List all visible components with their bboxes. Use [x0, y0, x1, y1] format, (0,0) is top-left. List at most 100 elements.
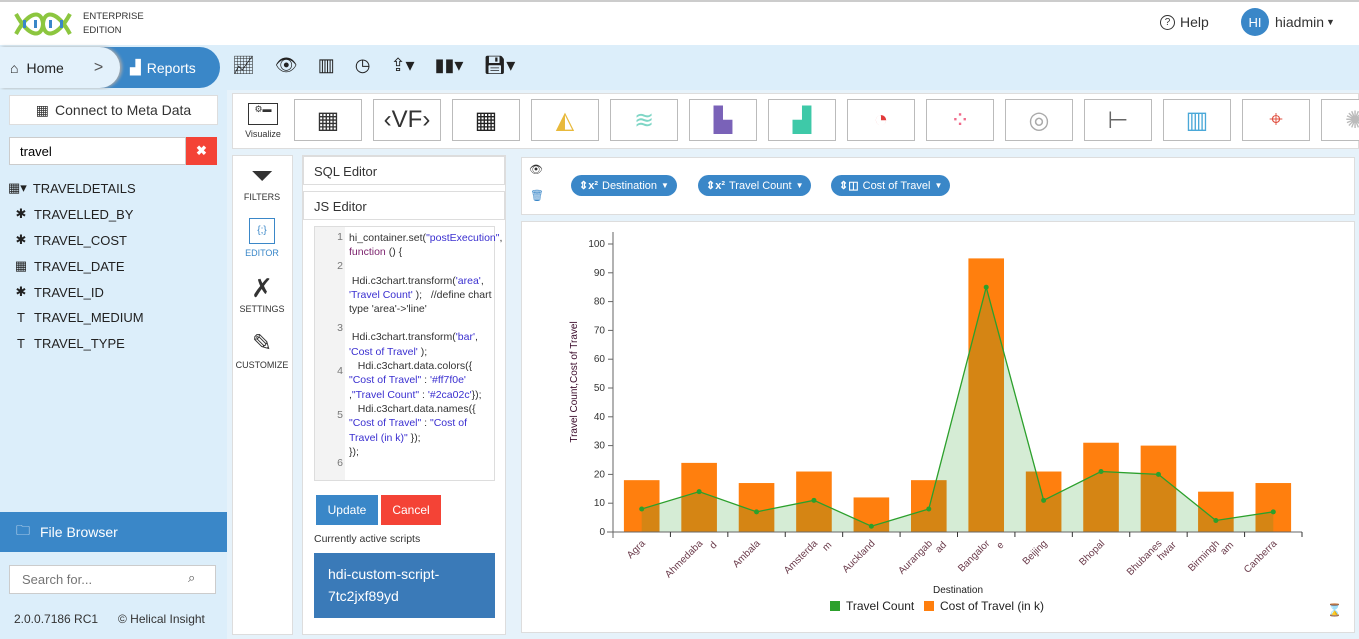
chip-label: Cost of Travel [862, 179, 931, 192]
caret-down-icon: ▼ [1326, 17, 1335, 27]
customize-tool[interactable]: ✎ CUSTOMIZE [233, 328, 291, 370]
dimension-icon: ⇕x² [579, 180, 598, 192]
chip-label: Destination [602, 179, 658, 192]
settings-label: SETTINGS [239, 304, 285, 314]
line-number: 1 [337, 231, 343, 243]
sql-editor-header[interactable]: SQL Editor [303, 156, 505, 185]
table-label: TRAVELDETAILS [32, 180, 136, 196]
funnel-icon: ⏷ [250, 160, 274, 191]
area-viz-button[interactable]: ◭ [531, 99, 599, 141]
clear-search-button[interactable]: ✖ [186, 137, 217, 165]
crosstab-viz-button[interactable]: ▦ [452, 99, 520, 141]
helical-logo [14, 12, 72, 36]
field-item[interactable]: ✱ TRAVELLED_BY [14, 206, 134, 222]
crosstab-viz-icon: ▦ [474, 106, 498, 134]
x-axis-title: Destination [933, 585, 983, 596]
save-icon[interactable]: 💾︎▾ [483, 55, 515, 76]
histogram-viz-button[interactable]: ▟ [768, 99, 836, 141]
chip-destination[interactable]: ⇕x² Destination ▼ [571, 175, 677, 196]
line-chart-icon[interactable]: 📈︎ [232, 55, 255, 76]
x-tick-label: Beijing [1021, 538, 1050, 567]
home-label: Home [26, 59, 64, 76]
connect-metadata-button[interactable]: ▦ Connect to Meta Data [9, 95, 218, 125]
table-node[interactable]: ▦▾ TRAVELDETAILS [8, 180, 136, 196]
file-search-input[interactable] [9, 565, 216, 594]
file-browser-button[interactable]: 🗀 File Browser [0, 512, 227, 552]
code-line: Hdi.c3chart.data.colors({ "Cost of Trave… [349, 360, 482, 401]
donut-viz-button[interactable]: ◔ [847, 99, 915, 141]
measure-icon: ✱ [15, 206, 27, 221]
visualize-label: Visualize [245, 129, 281, 139]
metadata-search-input[interactable] [9, 137, 186, 165]
histogram-viz-icon: ▟ [792, 106, 812, 134]
field-item[interactable]: T TRAVEL_TYPE [14, 336, 125, 351]
stream-viz-button[interactable]: ≋ [610, 99, 678, 141]
x-tick-label: Canberra [1242, 538, 1280, 576]
edition-line2: EDITION [83, 25, 122, 36]
file-browser-label: File Browser [40, 524, 118, 540]
scatter-viz-button[interactable]: ⁘ [926, 99, 994, 141]
step-viz-icon: ▙ [713, 106, 733, 134]
filters-tool[interactable]: ⏷ FILTERS [233, 160, 291, 202]
tree-viz-icon: ⊢ [1107, 106, 1129, 134]
y-tick-label: 20 [594, 469, 606, 480]
trash-icon[interactable]: 🗑︎ [530, 189, 544, 202]
history-icon[interactable]: ◷ [355, 55, 371, 76]
settings-tool[interactable]: ✗ SETTINGS [233, 272, 291, 314]
username: hiadmin [1275, 14, 1325, 30]
home-tab[interactable]: ⌂ Home > [0, 47, 120, 88]
combo-chart: 0 10 20 30 40 50 60 70 80 90 100 Agra Ahmedaba d Ambal… [569, 232, 1303, 613]
map-viz-button[interactable]: ⌖ [1242, 99, 1310, 141]
y-tick-label: 40 [594, 412, 606, 423]
eye-icon[interactable]: 👁︎ [529, 163, 543, 176]
tree-viz-button[interactable]: ⊢ [1084, 99, 1152, 141]
x-tick-label: Birmingham [1186, 532, 1236, 582]
vf-viz-button[interactable]: ‹VF› [373, 99, 441, 141]
js-editor-header[interactable]: JS Editor [303, 191, 505, 220]
active-scripts-label: Currently active scripts [314, 533, 421, 545]
preview-icon[interactable]: 👁︎ [275, 55, 298, 76]
cancel-button[interactable]: Cancel [381, 495, 441, 525]
chip-cost-of-travel[interactable]: ⇕◫ Cost of Travel ▼ [831, 175, 951, 196]
table-viz-button[interactable]: ▦ [294, 99, 362, 141]
radial-viz-button[interactable]: ✺ [1321, 99, 1359, 141]
field-item[interactable]: ▦ TRAVEL_DATE [14, 258, 125, 274]
field-label: TRAVEL_ID [34, 284, 104, 300]
field-item[interactable]: ✱ TRAVEL_ID [14, 284, 104, 300]
help-link[interactable]: ? Help [1160, 14, 1209, 30]
point-bhopal [1098, 469, 1104, 475]
chart-container: 0 10 20 30 40 50 60 70 80 90 100 Agra Ahmedaba d Ambal… [521, 221, 1355, 633]
edition-line1: ENTERPRISE [83, 11, 144, 22]
field-item[interactable]: T TRAVEL_MEDIUM [14, 310, 144, 325]
donut-viz-icon: ◔ [873, 106, 889, 133]
customize-label: CUSTOMIZE [235, 360, 289, 370]
field-item[interactable]: ✱ TRAVEL_COST [14, 232, 127, 248]
dimension-icon: ⇕x² [706, 180, 725, 192]
chevron-right-icon: > [93, 58, 104, 76]
chip-travel-count[interactable]: ⇕x² Travel Count ▼ [698, 175, 812, 196]
visualize-button[interactable]: ⚙▬ Visualize [243, 103, 283, 139]
legend-swatch-travel-count [830, 601, 840, 611]
scatter-viz-icon: ⁘ [949, 106, 971, 134]
x-tick-label: Bhubaneshwar [1125, 532, 1179, 586]
pack-viz-button[interactable]: ◎ [1005, 99, 1073, 141]
share-icon[interactable]: ⇪▾ [390, 55, 414, 76]
code-line: }); [349, 445, 359, 458]
layout-icon[interactable]: ▮▮▾ [435, 55, 464, 76]
presentation-icon[interactable]: ▥ [318, 55, 335, 76]
editor-tool[interactable]: {;} EDITOR [233, 216, 291, 258]
multibar-viz-button[interactable]: ▥ [1163, 99, 1231, 141]
active-script-item[interactable]: hdi-custom-script-7tc2jxf89yd [314, 553, 495, 618]
update-button[interactable]: Update [316, 495, 378, 525]
user-menu[interactable]: HI hiadmin ▼ [1241, 8, 1335, 36]
line-number: 6 [337, 457, 343, 469]
line-number: 5 [337, 409, 343, 421]
point-bangalore [983, 284, 989, 290]
measure-icon: ✱ [15, 232, 27, 247]
filters-label: FILTERS [243, 192, 281, 202]
field-label: TRAVELLED_BY [34, 206, 134, 222]
caret-down-icon: ▼ [795, 181, 804, 190]
js-code-editor[interactable]: 1 2 3 4 5 6 hi_container.set("postExecut… [314, 226, 502, 481]
step-viz-button[interactable]: ▙ [689, 99, 757, 141]
home-icon: ⌂ [10, 59, 19, 76]
